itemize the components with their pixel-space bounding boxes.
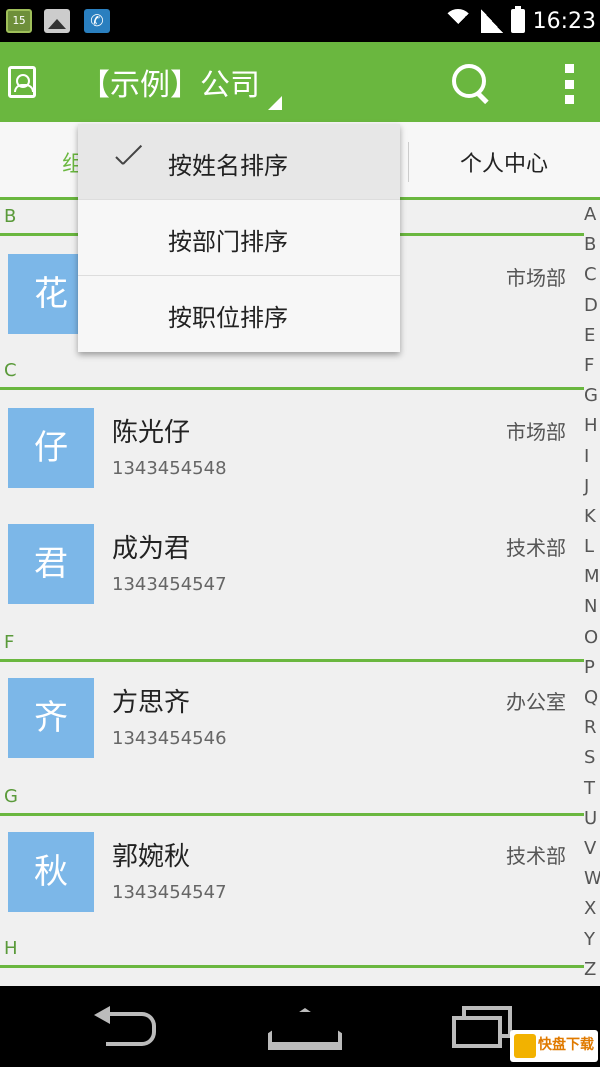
alphabet-letter[interactable]: Y bbox=[584, 925, 600, 955]
avatar: 君 bbox=[8, 524, 94, 604]
notification-badge-count: 15 bbox=[12, 14, 26, 27]
department: 市场部 bbox=[506, 266, 566, 290]
company-selector[interactable]: 【示例】公司 bbox=[80, 60, 260, 104]
alphabet-letter[interactable]: R bbox=[584, 713, 600, 743]
alphabet-letter[interactable]: T bbox=[584, 774, 600, 804]
alphabet-letter[interactable]: Q bbox=[584, 683, 600, 713]
alphabet-letter[interactable]: K bbox=[584, 502, 600, 532]
alphabet-letter[interactable]: G bbox=[584, 381, 600, 411]
tab-personal-center[interactable]: 个人中心 bbox=[408, 146, 600, 178]
contact-name: 陈光仔 bbox=[112, 418, 191, 448]
alphabet-letter[interactable]: X bbox=[584, 894, 600, 924]
wifi-icon bbox=[442, 9, 473, 33]
check-icon bbox=[116, 148, 146, 168]
department: 办公室 bbox=[506, 690, 566, 714]
alphabet-letter[interactable]: O bbox=[584, 623, 600, 653]
alphabet-letter[interactable]: E bbox=[584, 321, 600, 351]
watermark-text: 快盘下载 bbox=[538, 1037, 594, 1053]
section-letter: F bbox=[4, 632, 15, 653]
contact-book-icon[interactable] bbox=[8, 66, 36, 98]
alphabet-letter[interactable]: D bbox=[584, 291, 600, 321]
section-letter: C bbox=[4, 360, 17, 381]
section-header: C bbox=[0, 354, 584, 390]
battery-icon bbox=[510, 6, 525, 33]
section-header: F bbox=[0, 626, 584, 662]
search-icon[interactable] bbox=[452, 64, 492, 104]
notification-badge-icon: 15 bbox=[6, 9, 32, 33]
app-bar: 【示例】公司 bbox=[0, 42, 600, 122]
alphabet-letter[interactable]: P bbox=[584, 653, 600, 683]
phone-notification-icon: ✆ bbox=[84, 9, 110, 33]
sort-by-department-item[interactable]: 按部门排序 bbox=[78, 200, 400, 276]
contact-phone: 1343454546 bbox=[112, 728, 227, 749]
alphabet-index[interactable]: ABCDEFGHIJKLMNOPQRSTUVWXYZ bbox=[584, 200, 600, 986]
alphabet-letter[interactable]: H bbox=[584, 411, 600, 441]
watermark-logo: 快盘下载 bbox=[510, 1030, 598, 1062]
department: 技术部 bbox=[506, 536, 566, 560]
alphabet-letter[interactable]: C bbox=[584, 260, 600, 290]
alphabet-letter[interactable]: N bbox=[584, 592, 600, 622]
alphabet-letter[interactable]: A bbox=[584, 200, 600, 230]
dropdown-caret-icon[interactable] bbox=[268, 96, 282, 110]
menu-item-label: 按职位排序 bbox=[168, 304, 288, 332]
list-item[interactable]: 齐 方思齐 1343454546 办公室 bbox=[0, 660, 584, 774]
department: 技术部 bbox=[506, 844, 566, 868]
contact-name: 郭婉秋 bbox=[112, 842, 191, 872]
list-item[interactable]: 秋 郭婉秋 1343454547 技术部 bbox=[0, 814, 584, 928]
signal-icon bbox=[480, 9, 503, 33]
status-bar: 15 ✆ 16:23 bbox=[0, 0, 600, 42]
contact-name: 方思齐 bbox=[112, 688, 191, 718]
status-right: 16:23 bbox=[442, 0, 600, 42]
image-notification-icon bbox=[44, 9, 70, 33]
overflow-menu-icon[interactable] bbox=[562, 64, 576, 104]
alphabet-letter[interactable]: I bbox=[584, 442, 600, 472]
sort-by-name-item[interactable]: 按姓名排序 bbox=[78, 124, 400, 200]
section-letter: G bbox=[4, 786, 18, 807]
back-icon[interactable] bbox=[92, 1006, 156, 1046]
alphabet-letter[interactable]: M bbox=[584, 562, 600, 592]
avatar: 秋 bbox=[8, 832, 94, 912]
alphabet-letter[interactable]: F bbox=[584, 351, 600, 381]
alphabet-letter[interactable]: L bbox=[584, 532, 600, 562]
contact-phone: 1343454548 bbox=[112, 458, 227, 479]
recent-apps-icon[interactable] bbox=[452, 1006, 512, 1048]
alphabet-letter[interactable]: V bbox=[584, 834, 600, 864]
contact-phone: 1343454547 bbox=[112, 574, 227, 595]
alphabet-letter[interactable]: Z bbox=[584, 955, 600, 985]
sort-menu: 按姓名排序 按部门排序 按职位排序 bbox=[78, 124, 400, 352]
contact-name: 成为君 bbox=[112, 534, 191, 564]
list-item[interactable]: 君 成为君 1343454547 技术部 bbox=[0, 506, 584, 620]
section-header: G bbox=[0, 780, 584, 816]
home-icon[interactable] bbox=[268, 1008, 334, 1042]
department: 市场部 bbox=[506, 420, 566, 444]
menu-item-label: 按部门排序 bbox=[168, 228, 288, 256]
menu-item-label: 按姓名排序 bbox=[168, 152, 288, 180]
alphabet-letter[interactable]: S bbox=[584, 743, 600, 773]
contact-phone: 1343454547 bbox=[112, 882, 227, 903]
alphabet-letter[interactable]: W bbox=[584, 864, 600, 894]
sort-by-position-item[interactable]: 按职位排序 bbox=[78, 276, 400, 352]
alphabet-letter[interactable]: B bbox=[584, 230, 600, 260]
alphabet-letter[interactable]: J bbox=[584, 472, 600, 502]
section-letter: B bbox=[4, 206, 17, 227]
avatar: 仔 bbox=[8, 408, 94, 488]
clock: 16:23 bbox=[532, 8, 596, 34]
section-letter: H bbox=[4, 938, 18, 959]
section-header: H bbox=[0, 932, 584, 968]
avatar: 齐 bbox=[8, 678, 94, 758]
alphabet-letter[interactable]: U bbox=[584, 804, 600, 834]
list-item[interactable]: 仔 陈光仔 1343454548 市场部 bbox=[0, 390, 584, 504]
